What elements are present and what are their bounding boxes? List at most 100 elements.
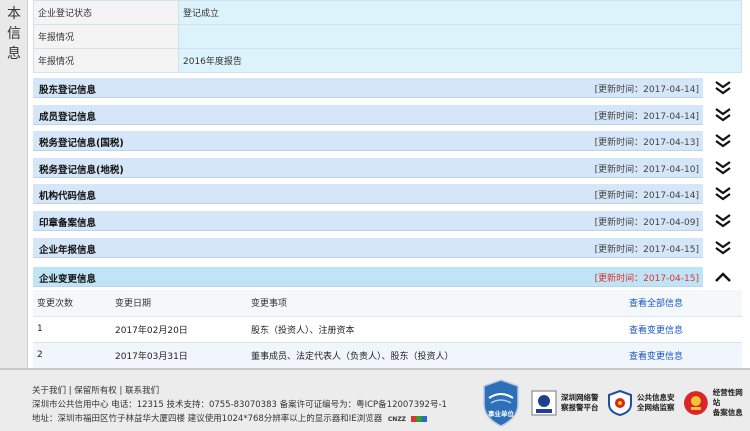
chevron-double-down-icon [715, 134, 731, 148]
section-title: 股东登记信息 [39, 85, 97, 96]
left-label-column: 本 信 息 [0, 0, 28, 368]
view-change-link[interactable]: 查看变更信息 [629, 352, 683, 362]
update-time: [更新时间：2017-04-14] [594, 191, 699, 201]
column-header: 变更日期 [111, 290, 247, 317]
view-change-link[interactable]: 查看变更信息 [629, 326, 683, 336]
column-header: 变更次数 [33, 290, 111, 317]
section-title: 机构代码信息 [39, 191, 97, 202]
change-table: 变更次数 变更日期 变更事项 查看全部信息 1 2017年02月20日 股东（投… [33, 290, 742, 369]
section-annual-report[interactable]: 企业年报信息 [更新时间：2017-04-15] [33, 238, 742, 258]
police-report-badge[interactable]: 深圳网络警 察报警平台 [531, 388, 599, 418]
update-time: [更新时间：2017-04-14] [594, 112, 699, 122]
footer-address-line: 地址：深圳市福田区竹子林益华大厦四楼 建议使用1024*768分辨率以上的显示器… [32, 412, 427, 424]
vertical-label-char: 本 [7, 6, 21, 22]
business-site-icon [683, 391, 708, 415]
badge-line: 备案信息 [712, 408, 743, 417]
chevron-double-down-icon [715, 161, 731, 175]
info-value: 登记成立 [178, 0, 742, 25]
change-item: 董事成员、法定代表人（负责人）、股东（投资人） [247, 342, 625, 369]
table-row: 1 2017年02月20日 股东（投资人）、注册资本 查看变更信息 [33, 316, 742, 343]
section-org-code[interactable]: 机构代码信息 [更新时间：2017-04-14] [33, 184, 742, 204]
update-time: [更新时间：2017-04-15] [594, 245, 699, 255]
expand-toggle-button[interactable] [707, 238, 739, 258]
expand-toggle-button[interactable] [707, 131, 739, 151]
update-time: [更新时间：2017-04-13] [594, 138, 699, 148]
expand-toggle-button[interactable] [707, 158, 739, 178]
update-time: [更新时间：2017-04-09] [594, 218, 699, 228]
police-report-icon [531, 390, 557, 416]
section-bar[interactable]: 印章备案信息 [更新时间：2017-04-09] [33, 211, 703, 231]
section-shareholder[interactable]: 股东登记信息 [更新时间：2017-04-14] [33, 78, 742, 98]
section-seal[interactable]: 印章备案信息 [更新时间：2017-04-09] [33, 211, 742, 231]
table-row: 年报情况 2016年度报告 [33, 48, 742, 73]
table-header-row: 变更次数 变更日期 变更事项 查看全部信息 [33, 290, 742, 317]
change-date: 2017年02月20日 [111, 316, 247, 343]
section-change[interactable]: 企业变更信息 [更新时间：2017-04-15] [33, 267, 742, 287]
badge-line: 察报警平台 [561, 403, 599, 412]
change-item: 股东（投资人）、注册资本 [247, 316, 625, 343]
vertical-label-char: 信 [7, 26, 21, 42]
column-header: 变更事项 [247, 290, 625, 317]
chevron-double-down-icon [715, 214, 731, 228]
table-row: 企业登记状态 登记成立 [33, 0, 742, 25]
expand-toggle-button[interactable] [707, 105, 739, 125]
section-title: 税务登记信息(地税) [39, 165, 124, 176]
collapse-toggle-button[interactable] [707, 267, 739, 287]
about-us-link[interactable]: 关于我们 [32, 386, 66, 396]
chevron-double-down-icon [715, 187, 731, 201]
section-member[interactable]: 成员登记信息 [更新时间：2017-04-14] [33, 105, 742, 125]
badge-line: 全网络监察 [637, 403, 675, 412]
public-institution-badge[interactable]: 事业单位 [481, 378, 521, 428]
public-security-badge[interactable]: 公共信息安 全网络监察 [607, 388, 675, 418]
footer-address-text: 地址：深圳市福田区竹子林益华大厦四楼 建议使用1024*768分辨率以上的显示器… [32, 414, 383, 424]
link-cell: 查看变更信息 [625, 342, 742, 369]
cnzz-logo[interactable]: CNZZ [388, 416, 406, 423]
update-time: [更新时间：2017-04-10] [594, 165, 699, 175]
shield-label: 事业单位 [488, 410, 514, 418]
chevron-double-down-icon [715, 81, 731, 95]
change-date: 2017年03月31日 [111, 342, 247, 369]
section-bar[interactable]: 税务登记信息(地税) [更新时间：2017-04-10] [33, 158, 703, 178]
section-title: 印章备案信息 [39, 218, 97, 229]
footer-links: 关于我们 | 保留所有权 | 联系我们 [32, 384, 159, 396]
stats-flag-icon [410, 415, 427, 422]
section-tax-local[interactable]: 税务登记信息(地税) [更新时间：2017-04-10] [33, 158, 742, 178]
chevron-double-down-icon [715, 241, 731, 255]
badge-text: 深圳网络警 察报警平台 [561, 393, 599, 413]
vertical-label-char: 息 [7, 46, 21, 62]
section-title: 企业变更信息 [39, 274, 97, 285]
section-bar[interactable]: 成员登记信息 [更新时间：2017-04-14] [33, 105, 703, 125]
section-bar[interactable]: 股东登记信息 [更新时间：2017-04-14] [33, 78, 703, 98]
update-time: [更新时间：2017-04-15] [594, 274, 699, 284]
section-bar[interactable]: 企业变更信息 [更新时间：2017-04-15] [33, 267, 703, 287]
info-key: 年报情况 [33, 48, 179, 73]
business-site-badge[interactable]: 经营性网站 备案信息 [683, 388, 750, 418]
change-no: 2 [33, 342, 111, 369]
link-cell: 查看变更信息 [625, 316, 742, 343]
table-row: 2 2017年03月31日 董事成员、法定代表人（负责人）、股东（投资人） 查看… [33, 342, 742, 369]
section-title: 税务登记信息(国税) [39, 138, 124, 149]
contact-us-link[interactable]: 联系我们 [125, 386, 159, 396]
section-tax-national[interactable]: 税务登记信息(国税) [更新时间：2017-04-13] [33, 131, 742, 151]
main-content: 企业登记状态 登记成立 年报情况 年报情况 2016年度报告 股东登记信息 [更… [33, 0, 742, 369]
footer-contact-line: 深圳市公共信用中心 电话：12315 技术支持：0755-83070383 备案… [32, 400, 447, 410]
vertical-label: 本 信 息 [0, 4, 28, 64]
shield-icon [483, 379, 519, 427]
info-key: 企业登记状态 [33, 0, 179, 25]
info-value [178, 24, 742, 49]
section-title: 企业年报信息 [39, 245, 97, 256]
copyright-link[interactable]: 保留所有权 [74, 386, 117, 396]
info-value: 2016年度报告 [178, 48, 742, 73]
expand-toggle-button[interactable] [707, 78, 739, 98]
chevron-double-down-icon [715, 108, 731, 122]
expand-toggle-button[interactable] [707, 184, 739, 204]
section-bar[interactable]: 机构代码信息 [更新时间：2017-04-14] [33, 184, 703, 204]
badge-text: 经营性网站 备案信息 [713, 388, 750, 418]
footer: 关于我们 | 保留所有权 | 联系我们 深圳市公共信用中心 电话：12315 技… [0, 368, 750, 431]
section-bar[interactable]: 企业年报信息 [更新时间：2017-04-15] [33, 238, 703, 258]
section-bar[interactable]: 税务登记信息(国税) [更新时间：2017-04-13] [33, 131, 703, 151]
badge-line: 经营性网站 [712, 388, 743, 407]
change-no: 1 [33, 316, 111, 343]
view-all-link[interactable]: 查看全部信息 [629, 299, 683, 309]
expand-toggle-button[interactable] [707, 211, 739, 231]
